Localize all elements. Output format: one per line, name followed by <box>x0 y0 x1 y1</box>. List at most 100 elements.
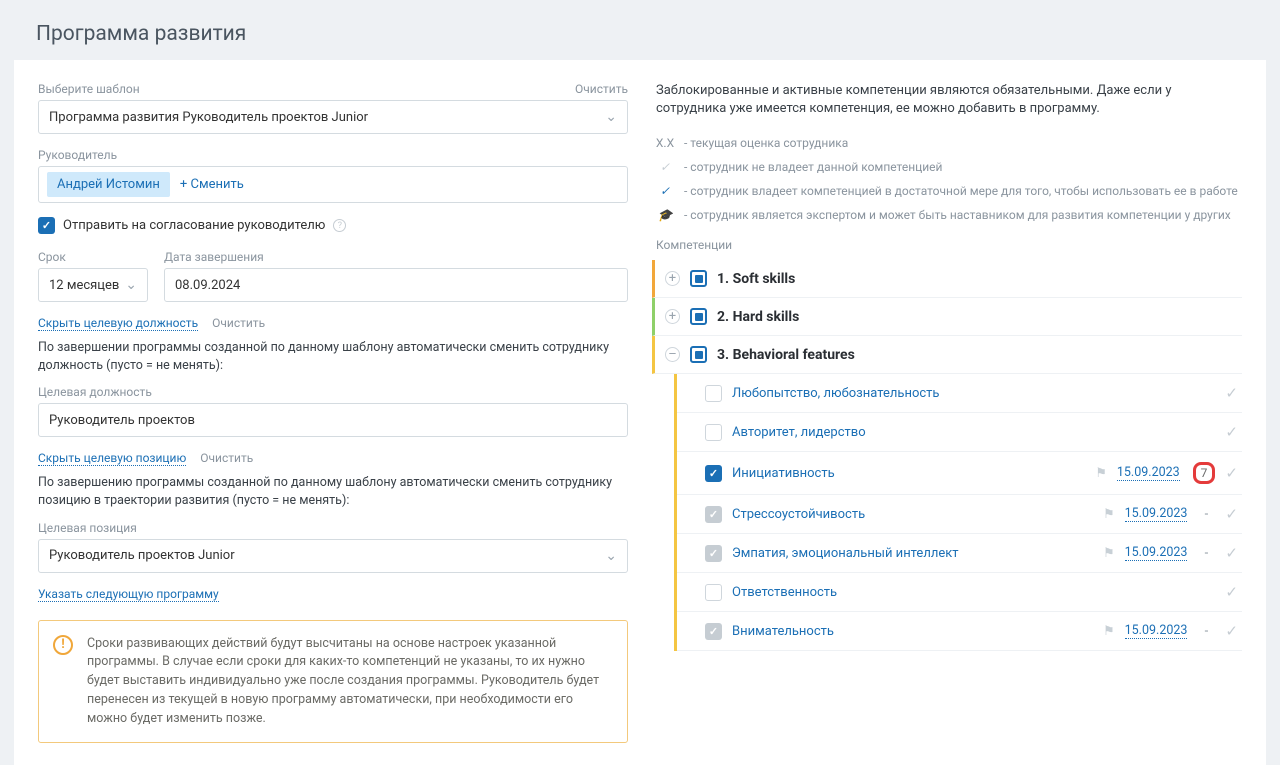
competency-date[interactable]: 15.09.2023 <box>1125 506 1188 522</box>
hide-target-position-link[interactable]: Скрыть целевую должность <box>38 316 198 331</box>
competency-date[interactable]: 15.09.2023 <box>1117 465 1180 481</box>
competency-meta: ✓ <box>1225 384 1238 402</box>
check-icon: ✓ <box>656 160 674 174</box>
competency-checkbox[interactable] <box>705 584 722 601</box>
manager-chip[interactable]: Андрей Истомин <box>47 172 170 197</box>
competency-row: Эмпатия, эмоциональный интеллект ⚑ 15.09.2… <box>677 534 1242 573</box>
target-slot-select[interactable]: Руководитель проектов Junior ⌄ <box>38 539 628 573</box>
manager-box: Андрей Истомин Сменить <box>38 166 628 203</box>
change-manager[interactable]: Сменить <box>180 177 244 192</box>
term-select[interactable]: 12 месяцев ⌄ <box>38 268 148 302</box>
check-icon: ✓ <box>656 184 674 198</box>
target-position-input[interactable]: Руководитель проектов <box>38 403 628 437</box>
competency-name[interactable]: Эмпатия, эмоциональный интеллект <box>732 546 1093 561</box>
target-slot-clear[interactable]: Очистить <box>200 451 253 465</box>
competency-score: - <box>1197 624 1215 639</box>
competency-score: - <box>1197 507 1215 522</box>
template-clear[interactable]: Очистить <box>575 82 628 96</box>
target-slot-label: Целевая позиция <box>38 521 628 535</box>
flag-icon[interactable]: ⚑ <box>1103 507 1115 522</box>
chevron-down-icon: ⌄ <box>125 277 137 293</box>
competencies-label: Компетенции <box>656 238 1242 252</box>
group-title: 3. Behavioral features <box>717 347 855 363</box>
template-value: Программа развития Руководитель проектов… <box>49 110 368 125</box>
group-title: 2. Hard skills <box>717 309 799 325</box>
competency-name[interactable]: Авторитет, лидерство <box>732 425 1215 440</box>
competency-name[interactable]: Любопытство, любознательность <box>732 386 1215 401</box>
competency-row: Инициативность⚑15.09.20237✓ <box>677 452 1242 495</box>
competency-meta: ✓ <box>1225 583 1238 601</box>
check-icon: ✓ <box>1225 583 1238 601</box>
target-slot-value: Руководитель проектов Junior <box>49 548 235 563</box>
competency-date[interactable]: 15.09.2023 <box>1125 545 1188 561</box>
competency-group: +1. Soft skills <box>652 260 1242 298</box>
end-date-label: Дата завершения <box>164 250 628 264</box>
term-label: Срок <box>38 250 148 264</box>
competency-name[interactable]: Стрессоустойчивость <box>732 507 1093 522</box>
info-icon[interactable]: ? <box>333 219 346 232</box>
group-checkbox-partial[interactable] <box>690 308 707 325</box>
check-icon: ✓ <box>1225 505 1238 523</box>
legend-text-expert: - сотрудник является экспертом и может б… <box>684 208 1231 222</box>
competency-score-highlighted: 7 <box>1193 462 1216 484</box>
competency-checkbox[interactable] <box>705 545 722 562</box>
flag-icon[interactable]: ⚑ <box>1103 546 1115 561</box>
expand-icon[interactable]: + <box>665 271 680 286</box>
flag-icon[interactable]: ⚑ <box>1095 466 1107 481</box>
right-column: Заблокированные и активные компетенции я… <box>656 82 1242 743</box>
check-icon: ✓ <box>1225 384 1238 402</box>
target-slot-explain: По завершению программы созданной по дан… <box>38 474 628 510</box>
manager-label: Руководитель <box>38 148 628 162</box>
competency-row: Стрессоустойчивость ⚑ 15.09.2023-✓ <box>677 495 1242 534</box>
legend: Х.Х - текущая оценка сотрудника ✓ - сотр… <box>656 136 1242 222</box>
competency-date[interactable]: 15.09.2023 <box>1125 623 1188 639</box>
end-date-input[interactable]: 08.09.2024 <box>164 268 628 302</box>
competency-row: Внимательность ⚑ 15.09.2023-✓ <box>677 612 1242 651</box>
competency-group: +2. Hard skills <box>652 298 1242 336</box>
competency-checkbox[interactable] <box>705 465 722 482</box>
competency-checkbox[interactable] <box>705 623 722 640</box>
competencies-intro: Заблокированные и активные компетенции я… <box>656 82 1242 118</box>
collapse-icon[interactable]: – <box>665 347 680 362</box>
send-approval-row: Отправить на согласование руководителю ? <box>38 217 628 234</box>
warning-box: ! Сроки развивающих действий будут высчи… <box>38 620 628 744</box>
group-title: 1. Soft skills <box>717 271 795 287</box>
group-checkbox-partial[interactable] <box>690 346 707 363</box>
target-position-explain: По завершении программы созданной по дан… <box>38 339 628 375</box>
competency-name[interactable]: Внимательность <box>732 624 1093 639</box>
hide-target-slot-link[interactable]: Скрыть целевую позицию <box>38 451 186 466</box>
end-date-value: 08.09.2024 <box>175 278 240 293</box>
competency-list: Любопытство, любознательность ✓ Авторитет,… <box>674 374 1242 651</box>
next-program-link[interactable]: Указать следующую программу <box>38 587 219 602</box>
competency-row: Любопытство, любознательность ✓ <box>677 374 1242 413</box>
target-position-label: Целевая должность <box>38 385 628 399</box>
competency-name[interactable]: Инициативность <box>732 466 1085 481</box>
send-approval-label: Отправить на согласование руководителю <box>63 218 325 233</box>
chevron-down-icon: ⌄ <box>605 548 617 564</box>
competency-checkbox[interactable] <box>705 506 722 523</box>
legend-text-score: - текущая оценка сотрудника <box>684 136 848 150</box>
target-position-clear[interactable]: Очистить <box>212 316 265 330</box>
competency-meta: ⚑ 15.09.2023-✓ <box>1103 622 1238 640</box>
competency-checkbox[interactable] <box>705 424 722 441</box>
competency-meta: ⚑ 15.09.2023-✓ <box>1103 505 1238 523</box>
flag-icon[interactable]: ⚑ <box>1103 624 1115 639</box>
competency-group: – 3. Behavioral features <box>652 336 1242 374</box>
competency-checkbox[interactable] <box>705 385 722 402</box>
main-container: Выберите шаблон Очистить Программа разви… <box>14 60 1266 765</box>
term-value: 12 месяцев <box>49 278 119 293</box>
send-approval-checkbox[interactable] <box>38 217 55 234</box>
chevron-down-icon: ⌄ <box>605 109 617 125</box>
competency-score: - <box>1197 546 1215 561</box>
competency-meta: ⚑15.09.20237✓ <box>1095 462 1238 484</box>
group-checkbox-partial[interactable] <box>690 270 707 287</box>
target-position-value: Руководитель проектов <box>49 413 195 428</box>
expand-icon[interactable]: + <box>665 309 680 324</box>
warning-text: Сроки развивающих действий будут высчита… <box>87 636 599 726</box>
competency-name[interactable]: Ответственность <box>732 585 1215 600</box>
check-icon: ✓ <box>1225 544 1238 562</box>
check-icon: ✓ <box>1225 622 1238 640</box>
template-select[interactable]: Программа развития Руководитель проектов… <box>38 100 628 134</box>
legend-text-none: - сотрудник не владеет данной компетенци… <box>684 160 942 174</box>
competency-meta: ✓ <box>1225 423 1238 441</box>
